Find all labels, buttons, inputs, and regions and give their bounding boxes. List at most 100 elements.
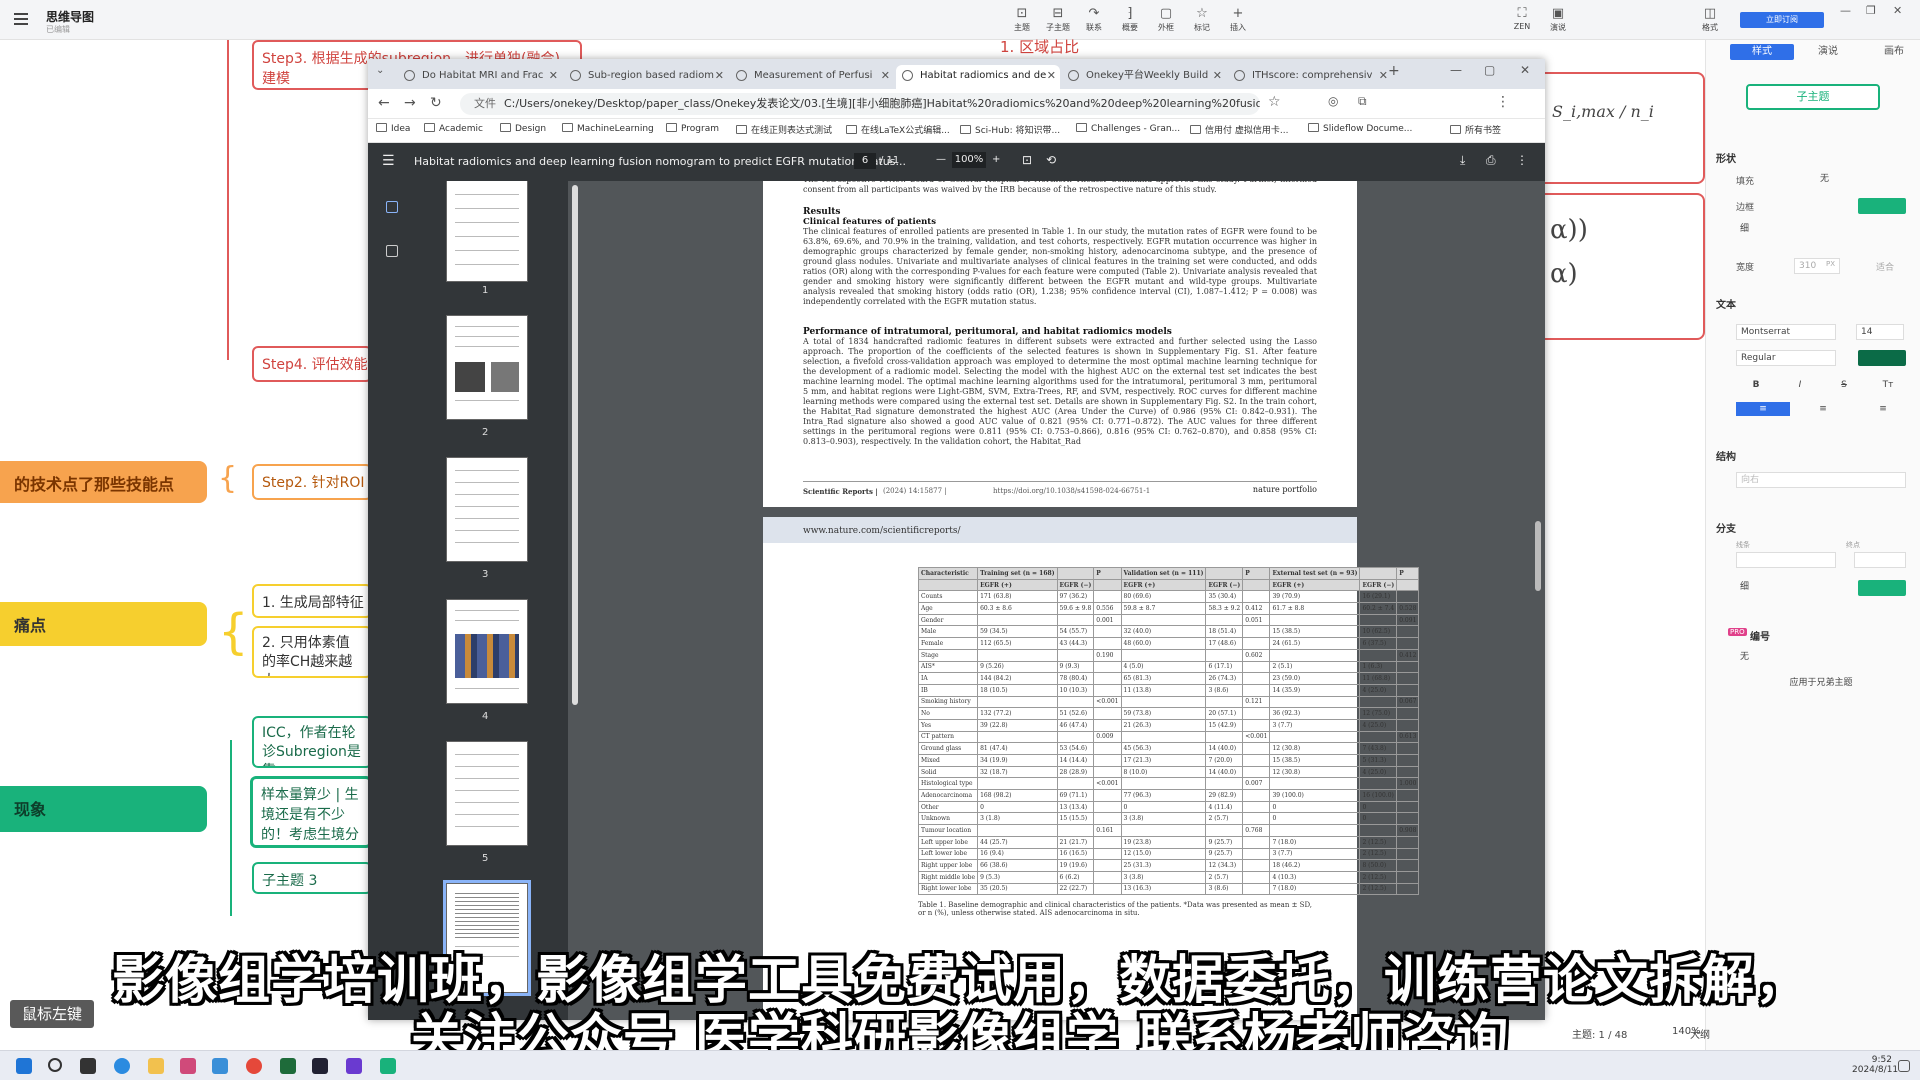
search-icon[interactable]: [48, 1058, 62, 1072]
bookmark-link[interactable]: 在线LaTeX公式编辑...: [846, 123, 950, 136]
bookmark-folder[interactable]: Program: [666, 123, 719, 134]
puzzle-icon[interactable]: ⧉: [1358, 94, 1367, 109]
close-tab-icon[interactable]: ✕: [1047, 65, 1056, 87]
zoom-out-icon[interactable]: —: [936, 154, 946, 165]
toolbar-relation-button[interactable]: ↷ 联系: [1080, 6, 1108, 33]
align-right-icon[interactable]: ≡: [1856, 402, 1910, 416]
case-button[interactable]: Tт: [1868, 378, 1908, 392]
page-thumbnail[interactable]: [446, 741, 528, 846]
footer-doi[interactable]: https://doi.org/10.1038/s41598-024-66751…: [993, 487, 1150, 495]
close-tab-icon[interactable]: ✕: [881, 65, 890, 87]
notification-icon[interactable]: [1898, 1060, 1910, 1072]
align-left-icon[interactable]: ≡: [1736, 402, 1790, 416]
strike-button[interactable]: S: [1824, 378, 1864, 392]
fit-page-icon[interactable]: ⊡: [1022, 153, 1032, 167]
minimize-icon[interactable]: —: [1840, 4, 1851, 17]
toolbar-subtopic-button[interactable]: ⊟ 子主题: [1044, 6, 1072, 33]
zoom-input[interactable]: 100%: [952, 152, 986, 168]
bookmark-link[interactable]: Sci-Hub: 将知识带...: [960, 123, 1060, 136]
app-icon[interactable]: [180, 1058, 196, 1074]
outline-view-icon[interactable]: [386, 245, 398, 257]
close-tab-icon[interactable]: ✕: [549, 65, 558, 87]
topic-region-ratio[interactable]: 1. 区域占比: [1000, 36, 1079, 57]
maximize-icon[interactable]: ▢: [1484, 63, 1495, 77]
bookmark-folder[interactable]: Design: [500, 123, 546, 134]
topic-pain-point[interactable]: 痛点: [0, 602, 207, 646]
topic-tech-points[interactable]: 的技术点了那些技能点: [0, 461, 207, 503]
browser-tab[interactable]: Measurement of Perfusi ✕: [730, 65, 894, 89]
bookmark-link[interactable]: Challenges - Gran...: [1076, 123, 1180, 134]
formula-node[interactable]: S_i,max / n_i: [1520, 72, 1705, 184]
mindmap-app-icon[interactable]: [380, 1058, 396, 1074]
windows-start-icon[interactable]: [16, 1058, 32, 1074]
branch-color-swatch[interactable]: [1858, 580, 1906, 596]
toolbar-boundary-button[interactable]: ▢ 外框: [1152, 6, 1180, 33]
toolbar-insert-button[interactable]: + 插入: [1224, 6, 1252, 33]
zoom-in-icon[interactable]: +: [992, 154, 1000, 165]
bold-button[interactable]: B: [1736, 378, 1776, 392]
pdf-sidebar-toggle-icon[interactable]: ☰: [382, 153, 395, 169]
file-explorer-icon[interactable]: [148, 1058, 164, 1074]
branch-end-select[interactable]: [1854, 552, 1906, 568]
page-thumbnail[interactable]: [446, 181, 528, 282]
border-weight-select[interactable]: 细: [1736, 222, 1906, 238]
bookmark-link[interactable]: 在线正则表达式测试: [736, 123, 832, 136]
chrome-icon[interactable]: [246, 1058, 262, 1074]
topic-pain-2[interactable]: 2. 只用体素值的率CH越来越大: [252, 626, 372, 678]
topic-phen-1[interactable]: ICC，作者在轮诊Subregion是靠: [252, 716, 372, 768]
close-icon[interactable]: ✕: [1520, 63, 1530, 77]
tab-canvas[interactable]: 画布: [1862, 44, 1920, 60]
width-fit[interactable]: 适合: [1876, 260, 1894, 273]
topic-phen-2[interactable]: 样本量算少 | 生境还是有不少的！考虑生境分析: [250, 776, 372, 848]
close-icon[interactable]: ✕: [1893, 4, 1902, 17]
close-tab-icon[interactable]: ✕: [1379, 65, 1388, 87]
bookmark-folder[interactable]: Academic: [424, 123, 483, 134]
upgrade-button[interactable]: 立即订阅: [1740, 12, 1824, 28]
toolbar-zen-button[interactable]: ⛶ ZEN: [1508, 6, 1536, 31]
bookmark-star-icon[interactable]: ☆: [1268, 94, 1281, 110]
rotate-icon[interactable]: ⟲: [1046, 153, 1056, 167]
font-family-select[interactable]: Montserrat: [1736, 324, 1836, 340]
branch-weight-select[interactable]: 细: [1736, 580, 1836, 596]
browser-tab[interactable]: Do Habitat MRI and Frac ✕: [398, 65, 562, 89]
font-size-select[interactable]: 14: [1856, 324, 1904, 340]
formula-node[interactable]: α)) α): [1520, 193, 1705, 340]
back-icon[interactable]: ←: [378, 95, 390, 111]
tab-style[interactable]: 样式: [1730, 44, 1794, 60]
extension-icon[interactable]: ◎: [1328, 94, 1338, 108]
page-thumbnail[interactable]: [446, 599, 528, 704]
all-bookmarks[interactable]: 所有书签: [1450, 123, 1501, 136]
bookmark-link[interactable]: 信用付 虚拟信用卡...: [1190, 123, 1288, 136]
fill-select[interactable]: 无: [1816, 172, 1856, 188]
tab-search-icon[interactable]: ⌄: [376, 65, 384, 76]
menu-dots-icon[interactable]: ⋮: [1496, 94, 1510, 110]
page-input[interactable]: 6: [854, 153, 876, 169]
toolbar-pitch-button[interactable]: ▣ 演说: [1544, 6, 1572, 33]
topic-pain-1[interactable]: 1. 生成局部特征: [252, 584, 372, 618]
numbering-select[interactable]: 无: [1736, 650, 1906, 666]
sidebar-scrollbar[interactable]: [572, 185, 578, 705]
browser-tab[interactable]: Onekey平台Weekly Build ✕: [1062, 65, 1226, 89]
hamburger-menu-icon[interactable]: [14, 13, 28, 25]
browser-tab-active[interactable]: Habitat radiomics and de ✕: [896, 65, 1060, 89]
toolbar-summary-button[interactable]: ⁆ 概要: [1116, 6, 1144, 33]
forward-icon[interactable]: →: [404, 95, 416, 111]
pdf-viewer[interactable]: 1 2 3 4 5 The retrospective review board…: [368, 181, 1545, 1020]
toolbar-format-button[interactable]: ◫ 格式: [1696, 6, 1724, 33]
topic-step4[interactable]: Step4. 评估效能: [252, 346, 372, 382]
topic-phenomenon[interactable]: 现象: [0, 786, 207, 832]
more-icon[interactable]: ⋮: [1516, 153, 1528, 167]
new-tab-button[interactable]: +: [1388, 63, 1400, 79]
maximize-icon[interactable]: ❐: [1866, 4, 1876, 17]
edge-icon[interactable]: [114, 1058, 130, 1074]
app-icon[interactable]: [346, 1058, 362, 1074]
task-view-icon[interactable]: [80, 1058, 96, 1074]
toolbar-topic-button[interactable]: ⊡ 主题: [1008, 6, 1036, 33]
bookmark-folder[interactable]: MachineLearning: [562, 123, 654, 134]
toolbar-marker-button[interactable]: ☆ 标记: [1188, 6, 1216, 33]
close-tab-icon[interactable]: ✕: [1213, 65, 1222, 87]
bookmark-folder[interactable]: Idea: [376, 123, 410, 134]
topic-phen-3[interactable]: 子主题 3: [252, 862, 372, 894]
clock[interactable]: 9:52 2024/8/11: [1852, 1055, 1898, 1075]
font-weight-select[interactable]: Regular: [1736, 350, 1836, 366]
